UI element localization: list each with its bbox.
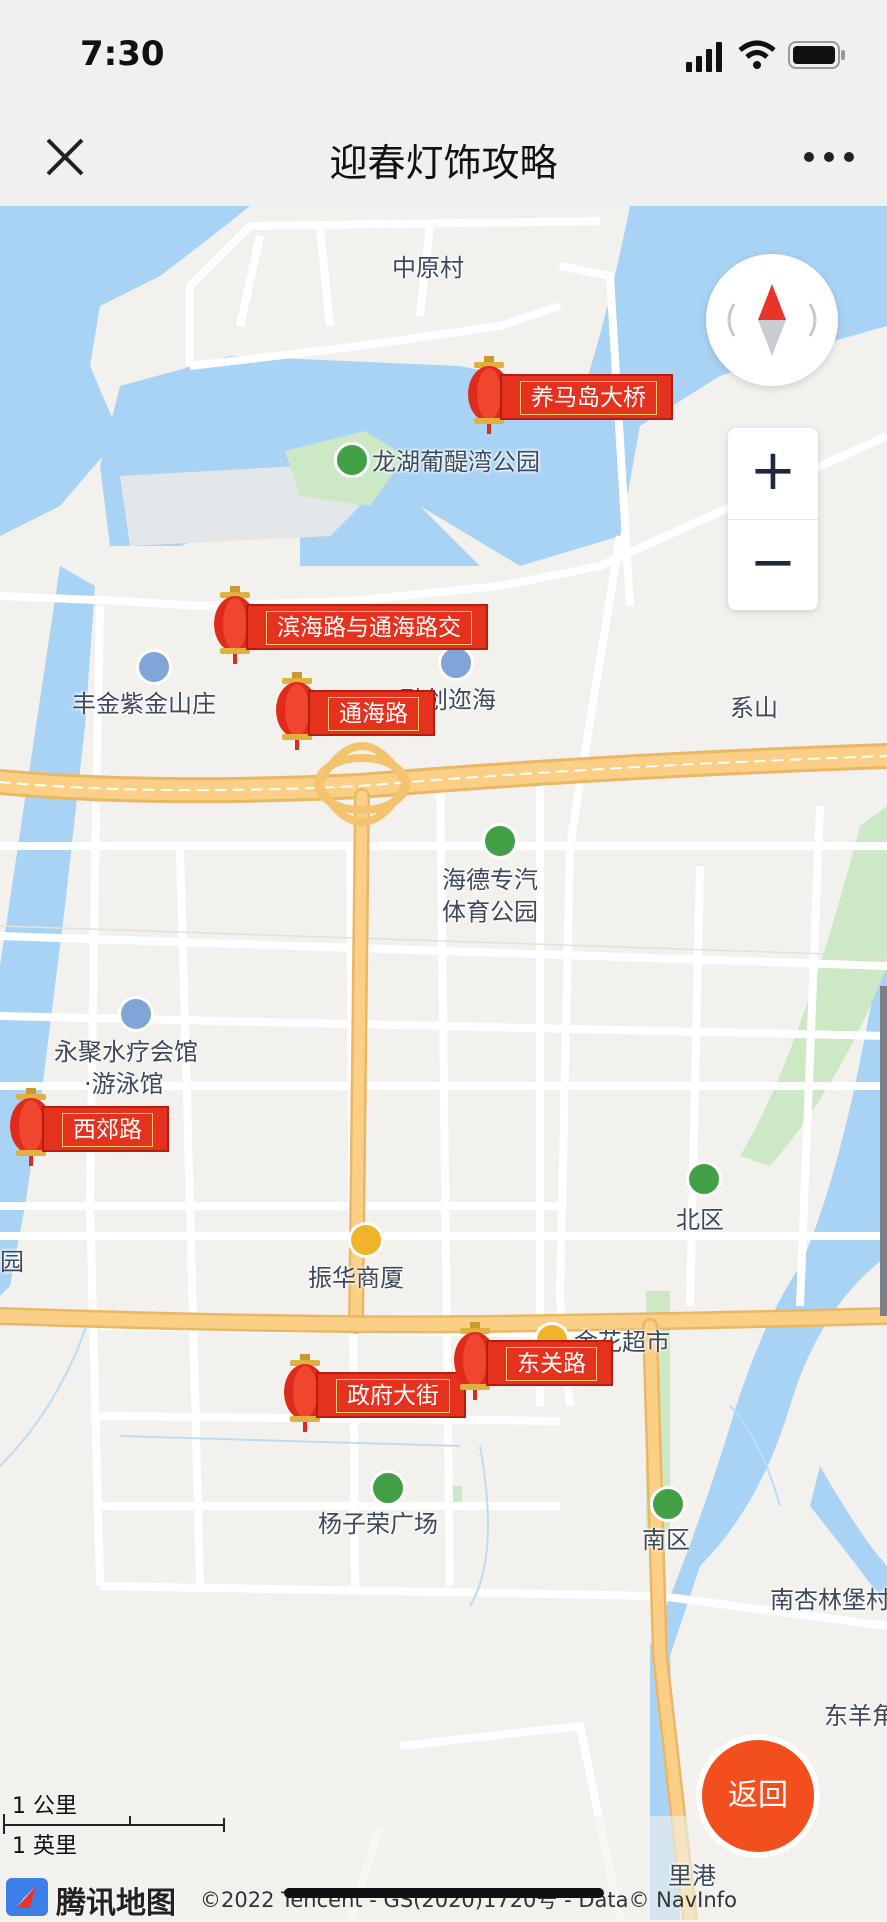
park-pin-icon	[482, 823, 518, 859]
marker-label: 政府大街	[336, 1379, 450, 1413]
tencent-map-logo-icon	[6, 1878, 48, 1916]
place-label: 东羊角	[824, 1702, 887, 1730]
back-button[interactable]: 返回	[702, 1740, 814, 1852]
residential-pin-icon	[438, 645, 474, 681]
park-pin-icon	[686, 1161, 722, 1197]
page-title: 迎春灯饰攻略	[329, 141, 558, 185]
compass-button[interactable]	[706, 254, 838, 386]
spa-pin-icon	[118, 996, 154, 1032]
place-label: 园	[0, 1248, 24, 1276]
shopping-pin-icon	[348, 1222, 384, 1258]
place-label: 杨子荣广场	[318, 1510, 438, 1538]
marker-banner: 滨海路与通海路交	[246, 604, 488, 650]
marker-banner: 东关路	[486, 1340, 613, 1386]
status-bar: 7:30	[0, 0, 887, 110]
marker-banner: 养马岛大桥	[500, 374, 673, 420]
place-label: 北区	[676, 1206, 724, 1234]
marker-banner: 西郊路	[42, 1106, 169, 1152]
compass-icon	[727, 284, 817, 356]
nav-bar: 迎春灯饰攻略	[0, 110, 887, 206]
marker-label: 通海路	[328, 697, 419, 731]
place-label: 南区	[642, 1526, 690, 1554]
park-pin-icon	[650, 1486, 686, 1522]
battery-icon	[788, 41, 845, 69]
more-options-icon[interactable]	[801, 132, 857, 182]
marker-label: 西郊路	[62, 1113, 153, 1147]
marker-label: 滨海路与通海路交	[266, 611, 472, 645]
place-label: 海德专汽	[442, 866, 538, 894]
place-label: 永聚水疗会馆	[54, 1038, 198, 1066]
marker-label: 养马岛大桥	[520, 381, 657, 415]
status-time: 7:30	[80, 34, 165, 74]
place-label: 南杏林堡村	[770, 1586, 887, 1614]
park-pin-icon	[370, 1470, 406, 1506]
marker-banner: 通海路	[308, 690, 435, 736]
zoom-out-button[interactable]: −	[728, 520, 818, 610]
zoom-control: + −	[728, 428, 818, 610]
place-label: ·游泳馆	[84, 1070, 164, 1098]
place-label: 体育公园	[442, 898, 538, 926]
map-view[interactable]: 中原村 龙湖葡醍湾公园 丰金紫金山庄 融创迩海 系山 海德专汽 体育公园 永聚水…	[0, 206, 887, 1920]
marker-label: 东关路	[506, 1347, 597, 1381]
map-logo-text: 腾讯地图	[56, 1886, 176, 1921]
zoom-in-button[interactable]: +	[728, 428, 818, 518]
home-indicator	[284, 1888, 604, 1898]
residential-pin-icon	[136, 649, 172, 685]
wifi-icon	[738, 40, 776, 69]
park-pin-icon	[334, 442, 370, 478]
place-label: 振华商厦	[308, 1264, 404, 1292]
place-label: 中原村	[392, 254, 464, 282]
place-label: 龙湖葡醍湾公园	[372, 448, 540, 476]
scale-bar	[3, 1814, 225, 1834]
signal-icon	[686, 42, 722, 72]
place-label: 丰金紫金山庄	[72, 690, 216, 718]
place-label: 系山	[730, 694, 778, 722]
marker-banner: 政府大街	[316, 1372, 466, 1418]
